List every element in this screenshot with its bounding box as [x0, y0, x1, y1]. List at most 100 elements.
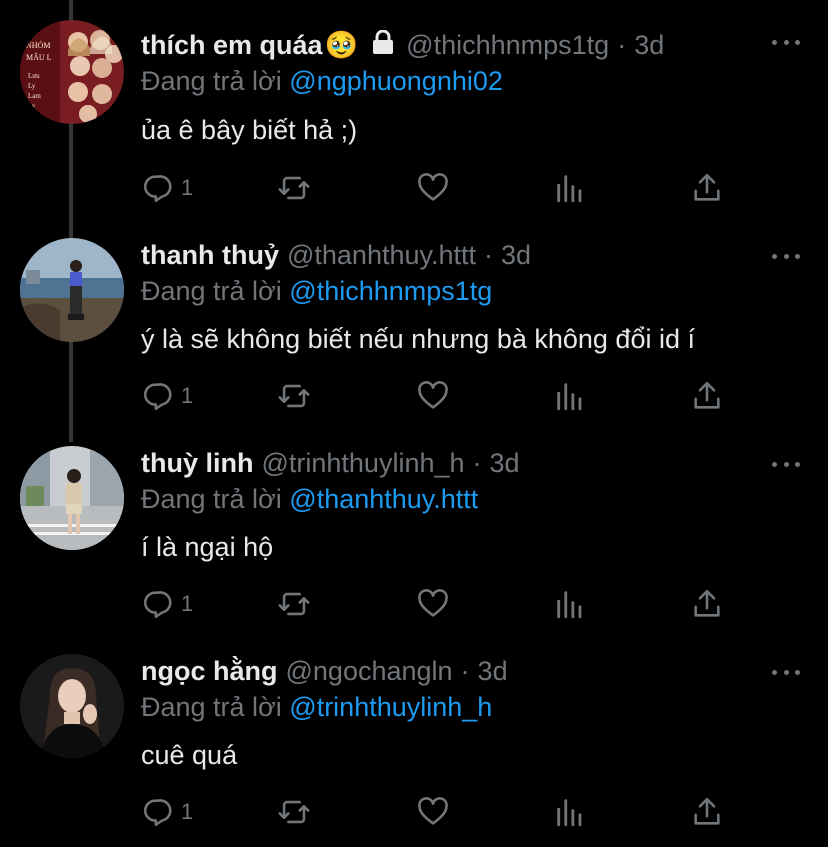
timestamp[interactable]: 3d: [501, 238, 531, 272]
heart-icon: [418, 797, 448, 825]
views-button[interactable]: [553, 170, 587, 206]
replying-to: Đang trả lời @trinhthuylinh_h: [141, 690, 492, 724]
more-options-icon[interactable]: [772, 242, 800, 270]
analytics-icon: [557, 175, 582, 203]
more-options-icon[interactable]: [772, 450, 800, 478]
tweet-actions: 1: [141, 586, 741, 622]
more-options-icon[interactable]: [772, 28, 800, 56]
tweet[interactable]: ngọc hằng @ngochangln · 3d Đang trả lời …: [0, 624, 828, 832]
avatar-text: NHÓM: [26, 40, 50, 50]
like-button[interactable]: [416, 794, 450, 830]
share-button[interactable]: [690, 378, 724, 414]
share-button[interactable]: [690, 794, 724, 830]
replying-to-label: Đang trả lời: [141, 276, 282, 306]
avatar-image: [20, 654, 124, 758]
reply-button[interactable]: 1: [141, 378, 193, 414]
share-icon: [694, 797, 720, 825]
heart-icon: [418, 173, 448, 201]
separator-dot: ·: [617, 30, 627, 60]
heart-icon: [418, 589, 448, 617]
tweet-text: í là ngại hộ: [141, 532, 274, 562]
reply-count: 1: [181, 383, 194, 408]
mention-link[interactable]: @thichhnmps1tg: [289, 276, 492, 306]
avatar[interactable]: [20, 238, 124, 342]
timestamp[interactable]: 3d: [490, 446, 520, 480]
tweet-header: thích em quáa 🥹 @thichhnmps1tg · 3d: [141, 28, 718, 62]
timestamp[interactable]: 3d: [478, 654, 508, 688]
reply-button[interactable]: 1: [141, 794, 193, 830]
views-button[interactable]: [553, 378, 587, 414]
avatar[interactable]: [20, 446, 124, 550]
views-button[interactable]: [553, 794, 587, 830]
tweet[interactable]: thanh thuỷ @thanhthuy.httt · 3d Đang trả…: [0, 208, 828, 416]
timestamp[interactable]: 3d: [634, 28, 664, 62]
display-name[interactable]: thích em quáa: [141, 28, 323, 62]
retweet-icon: [278, 384, 310, 408]
user-handle[interactable]: @thanhthuy.httt: [287, 238, 476, 272]
more-options-icon[interactable]: [772, 658, 800, 686]
share-button[interactable]: [690, 170, 724, 206]
mention-link[interactable]: @trinhthuylinh_h: [289, 692, 492, 722]
mention-link[interactable]: @ngphuongnhi02: [289, 66, 503, 96]
user-handle[interactable]: @ngochangln: [286, 654, 453, 688]
retweet-icon: [278, 176, 310, 200]
tweet-text: ý là sẽ không biết nếu nhưng bà không đổ…: [141, 324, 695, 354]
tweet-text: cuê quá: [141, 740, 238, 770]
lock-icon: [372, 28, 394, 62]
reply-count: 1: [181, 799, 194, 824]
tweet-header: thanh thuỷ @thanhthuy.httt · 3d: [141, 238, 718, 272]
replying-to-label: Đang trả lời: [141, 484, 282, 514]
analytics-icon: [557, 591, 582, 619]
reply-thread: NHÓM MÂU L Lưu Ly Lam Ly thích em quáa 🥹…: [0, 0, 828, 847]
views-button[interactable]: [553, 586, 587, 622]
share-icon: [694, 173, 720, 201]
reply-icon: [143, 175, 172, 203]
avatar-text: Ly: [28, 102, 36, 110]
reply-icon: [143, 383, 172, 411]
tweet[interactable]: thuỳ linh @trinhthuylinh_h · 3d Đang trả…: [0, 416, 828, 624]
avatar[interactable]: NHÓM MÂU L Lưu Ly Lam Ly: [20, 20, 124, 124]
mention-link[interactable]: @thanhthuy.httt: [289, 484, 478, 514]
reply-icon: [143, 591, 172, 619]
tweet-header: ngọc hằng @ngochangln · 3d: [141, 654, 718, 688]
separator-dot: ·: [472, 448, 482, 478]
display-name[interactable]: thanh thuỷ: [141, 238, 279, 272]
retweet-button[interactable]: [277, 378, 311, 414]
retweet-button[interactable]: [277, 170, 311, 206]
reply-button[interactable]: 1: [141, 586, 193, 622]
avatar-text: Lam: [28, 92, 41, 100]
avatar[interactable]: [20, 654, 124, 758]
avatar-text: MÂU L: [26, 52, 52, 62]
tweet-text: ủa ê bây biết hả ;): [141, 115, 358, 145]
share-button[interactable]: [690, 586, 724, 622]
analytics-icon: [557, 799, 582, 827]
tweet-actions: 1: [141, 794, 741, 830]
share-icon: [694, 381, 720, 409]
separator-dot: ·: [460, 656, 470, 686]
replying-to: Đang trả lời @thanhthuy.httt: [141, 482, 478, 516]
share-icon: [694, 589, 720, 617]
retweet-button[interactable]: [277, 794, 311, 830]
like-button[interactable]: [416, 170, 450, 206]
replying-to: Đang trả lời @thichhnmps1tg: [141, 274, 492, 308]
reply-count: 1: [181, 591, 194, 616]
tweet[interactable]: NHÓM MÂU L Lưu Ly Lam Ly thích em quáa 🥹…: [0, 0, 828, 208]
heart-icon: [418, 381, 448, 409]
user-handle[interactable]: @thichhnmps1tg: [406, 28, 609, 62]
like-button[interactable]: [416, 586, 450, 622]
analytics-icon: [557, 383, 582, 411]
like-button[interactable]: [416, 378, 450, 414]
reply-button[interactable]: 1: [141, 170, 193, 206]
retweet-button[interactable]: [277, 586, 311, 622]
avatar-image: [20, 238, 124, 342]
display-name[interactable]: ngọc hằng: [141, 654, 278, 688]
avatar-text: Lưu: [28, 72, 40, 80]
reply-count: 1: [181, 175, 194, 200]
user-handle[interactable]: @trinhthuylinh_h: [261, 446, 464, 480]
display-name[interactable]: thuỳ linh: [141, 446, 253, 480]
tweet-actions: 1: [141, 170, 741, 206]
avatar-image: NHÓM MÂU L Lưu Ly Lam Ly: [20, 20, 124, 124]
reply-icon: [143, 799, 172, 827]
separator-dot: ·: [484, 240, 494, 270]
pleading-face-emoji: 🥹: [324, 30, 359, 60]
